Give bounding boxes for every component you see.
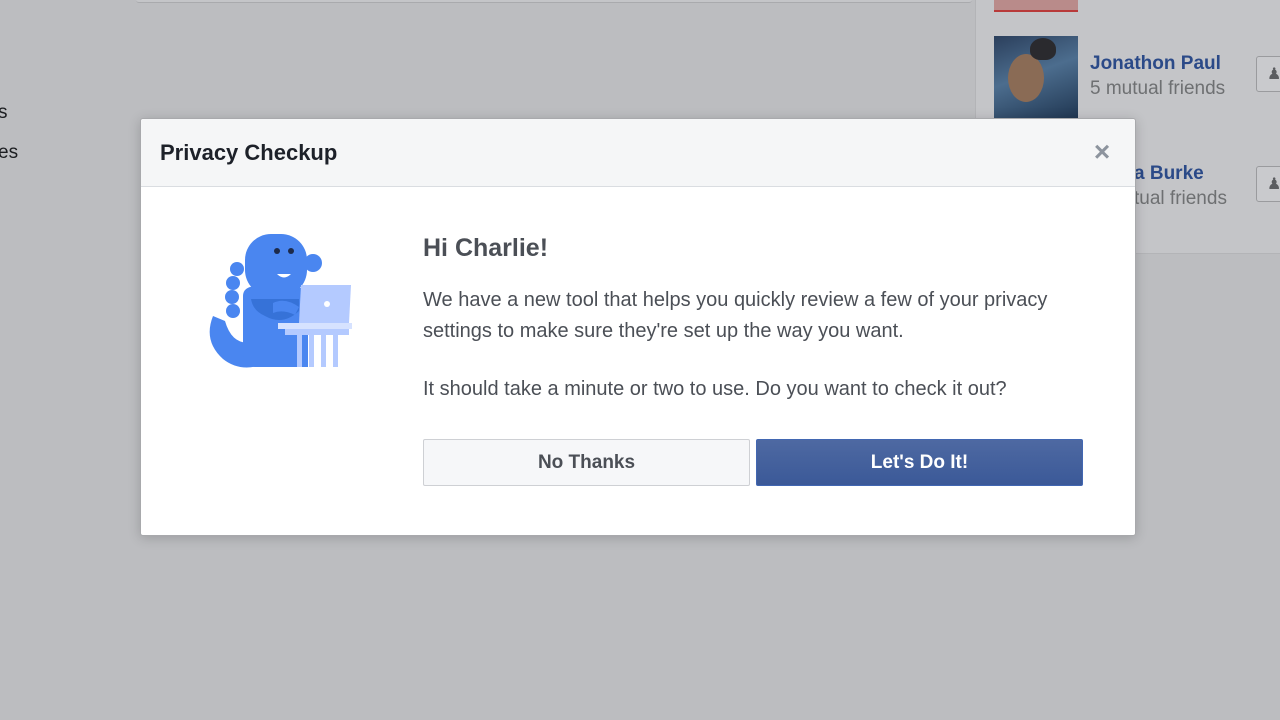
suggestion-avatar[interactable]: [994, 36, 1078, 120]
add-friend-icon: ♟: [1267, 176, 1280, 193]
add-friend-button[interactable]: ♟: [1256, 56, 1280, 92]
dinosaur-eye: [274, 248, 280, 254]
lets-do-it-button[interactable]: Let's Do It!: [756, 439, 1083, 486]
dinosaur-head: [245, 234, 307, 296]
dinosaur-eye: [288, 248, 294, 254]
dinosaur-spike: [225, 290, 239, 304]
privacy-checkup-dialog: Privacy Checkup × Hi Charlie! We have a …: [140, 118, 1136, 536]
add-friend-icon: ♟: [1267, 66, 1280, 83]
dinosaur-spike: [226, 276, 240, 290]
dinosaur-laptop-illustration: [209, 234, 352, 368]
dinosaur-spike: [230, 262, 244, 276]
close-icon[interactable]: ×: [1089, 138, 1115, 166]
table-top: [285, 329, 349, 335]
left-nav-item[interactable]: es: [0, 142, 18, 164]
left-nav-item[interactable]: s: [0, 102, 8, 124]
background-card: [136, 0, 972, 3]
dialog-title: Privacy Checkup: [160, 140, 338, 165]
no-thanks-button[interactable]: No Thanks: [423, 439, 750, 486]
laptop-base: [278, 323, 352, 329]
table-leg: [309, 335, 314, 367]
add-friend-button[interactable]: ♟: [1256, 166, 1280, 202]
dinosaur-snout: [304, 254, 322, 272]
suggestion-mutual-friends[interactable]: 5 mutual friends: [1090, 78, 1225, 100]
dialog-header: Privacy Checkup ×: [141, 119, 1135, 187]
dinosaur-spike: [226, 304, 240, 318]
suggestion-name[interactable]: Jonathon Paul: [1090, 53, 1221, 75]
table-leg: [297, 335, 302, 367]
laptop-logo: [324, 301, 330, 307]
suggestion-photo-partial: [994, 0, 1078, 12]
suggestion-mutual-friends[interactable]: tual friends: [1134, 188, 1227, 210]
table-leg: [333, 335, 338, 367]
table-leg: [321, 335, 326, 367]
greeting-heading: Hi Charlie!: [423, 234, 549, 262]
suggestion-name[interactable]: a Burke: [1134, 163, 1204, 185]
description-text: We have a new tool that helps you quickl…: [423, 289, 1048, 342]
question-text: It should take a minute or two to use. D…: [423, 378, 1007, 400]
